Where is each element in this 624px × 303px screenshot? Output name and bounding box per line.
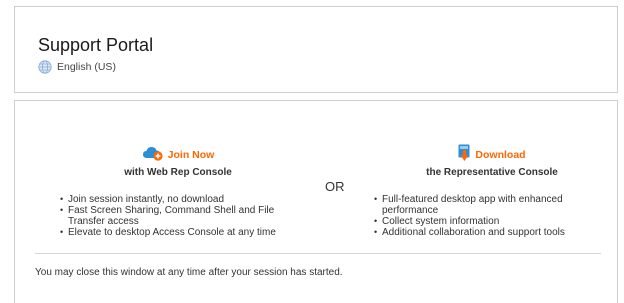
join-now-button[interactable]: Join Now: [59, 145, 297, 165]
language-selector[interactable]: English (US): [38, 60, 116, 74]
download-button[interactable]: Download: [373, 144, 611, 167]
list-item: Elevate to desktop Access Console at any…: [59, 227, 297, 238]
download-icon: [458, 144, 471, 167]
download-label: Download: [475, 149, 526, 161]
list-item: Collect system information: [373, 216, 611, 227]
session-options-card: Join Now with Web Rep Console Join sessi…: [14, 100, 618, 303]
web-console-option: Join Now with Web Rep Console Join sessi…: [59, 145, 297, 238]
header-card: Support Portal English (US): [14, 6, 618, 93]
or-separator: OR: [325, 179, 345, 194]
language-label: English (US): [57, 61, 116, 73]
list-item: Join session instantly, no download: [59, 194, 297, 205]
session-close-note: You may close this window at any time af…: [35, 267, 343, 278]
web-console-features: Join session instantly, no download Fast…: [59, 194, 297, 238]
page-title: Support Portal: [38, 35, 154, 55]
globe-icon: [38, 60, 52, 74]
list-item: Full-featured desktop app with enhanced …: [373, 194, 611, 216]
divider: [35, 253, 601, 254]
list-item: Fast Screen Sharing, Command Shell and F…: [59, 205, 297, 227]
desktop-console-option: Download the Representative Console Full…: [373, 144, 611, 238]
web-console-subtitle: with Web Rep Console: [124, 167, 232, 178]
desktop-console-features: Full-featured desktop app with enhanced …: [373, 194, 611, 238]
join-now-label: Join Now: [167, 149, 215, 161]
cloud-plus-icon: [142, 145, 164, 166]
desktop-console-subtitle: the Representative Console: [426, 167, 558, 178]
list-item: Additional collaboration and support too…: [373, 227, 611, 238]
